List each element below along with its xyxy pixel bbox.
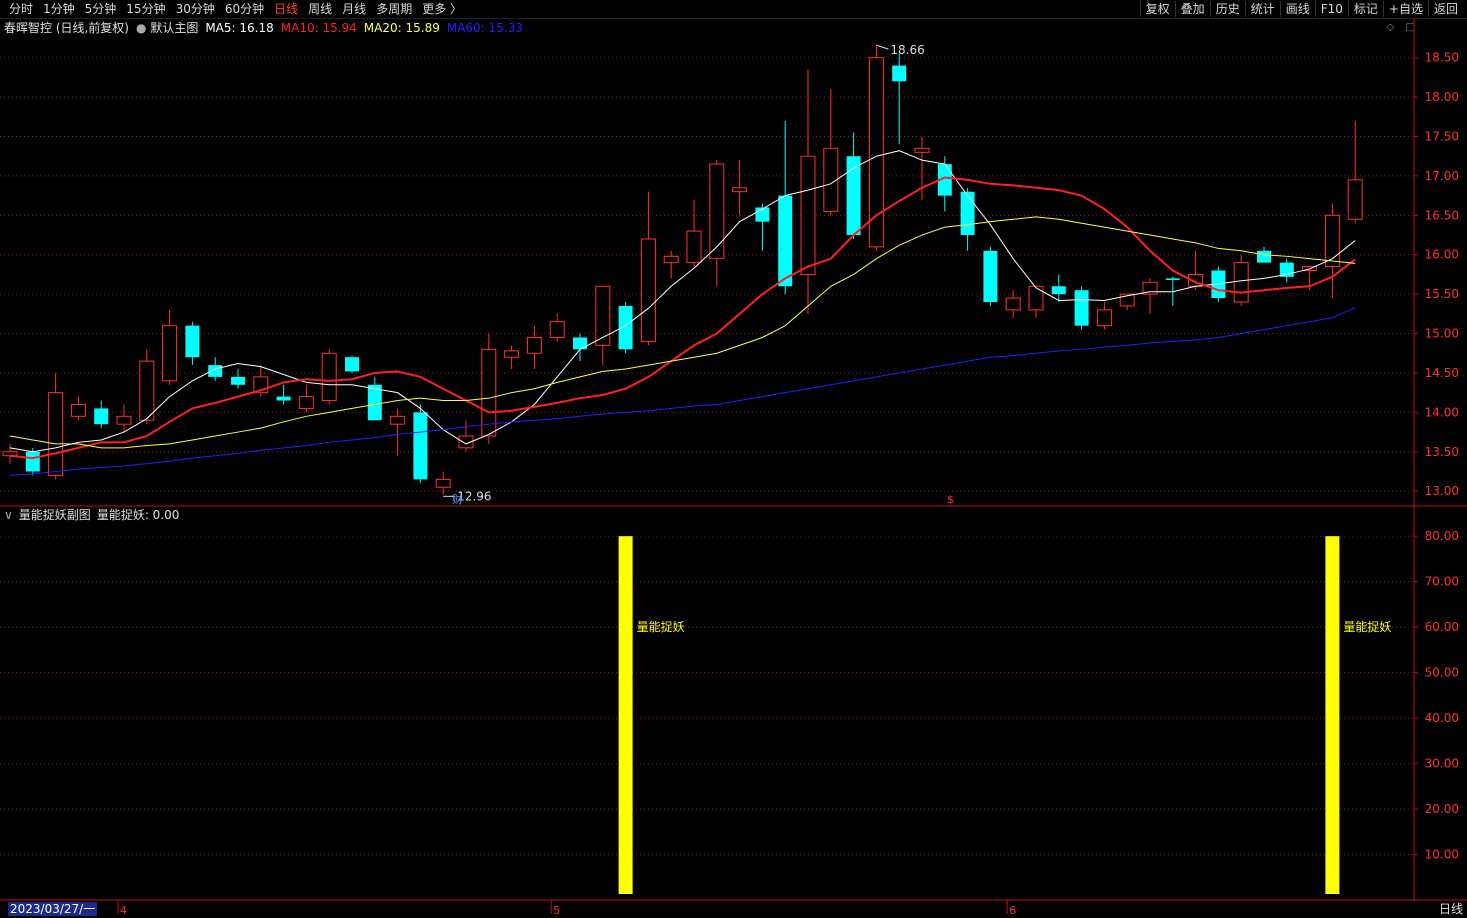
y-tick-label: 15.50 <box>1425 287 1459 301</box>
candle-body <box>960 191 975 236</box>
ma-line <box>9 150 1356 453</box>
candle-body <box>778 195 793 287</box>
y-tick-label: 16.50 <box>1425 208 1459 222</box>
signal-label: 量能捉妖 <box>637 619 685 634</box>
candle-body <box>595 285 611 346</box>
y-tick-label: 15.00 <box>1425 327 1459 341</box>
candle-body <box>983 250 998 303</box>
ma-line <box>9 176 1356 460</box>
candle-body <box>1233 262 1249 303</box>
candle-body <box>208 365 223 377</box>
footer-bar: 2023/03/27/一 日线 <box>0 901 1467 918</box>
candle-body <box>2 451 18 457</box>
candle-body <box>116 415 132 425</box>
candle-body <box>1096 309 1112 327</box>
event-label-finance: 财 <box>452 492 463 506</box>
candle-body <box>914 147 930 153</box>
period-label: 日线 <box>1438 902 1463 916</box>
candle-body <box>162 325 178 382</box>
y-tick-label: 17.50 <box>1425 130 1459 144</box>
signal-label: 量能捉妖 <box>1343 619 1391 634</box>
signal-bar <box>1325 536 1340 894</box>
candle-body <box>1257 250 1271 263</box>
candle-body <box>800 155 816 275</box>
candle-body <box>709 163 725 260</box>
y-tick-label: 70.00 <box>1425 575 1459 589</box>
candle-body <box>892 65 907 82</box>
candle-body <box>1074 290 1089 326</box>
candle-body <box>413 412 428 480</box>
candle-body <box>481 348 497 437</box>
candle-body <box>686 230 702 264</box>
candle-body <box>640 238 656 342</box>
event-label-dividend: $ <box>947 493 954 506</box>
candle-body <box>1051 286 1066 295</box>
candle-body <box>139 360 155 421</box>
y-tick-label: 30.00 <box>1425 757 1459 771</box>
candle-body <box>390 415 406 425</box>
y-tick-label: 17.00 <box>1425 169 1459 183</box>
candle-body <box>345 357 359 372</box>
y-tick-label: 13.50 <box>1425 445 1459 459</box>
candle-body <box>1005 297 1021 311</box>
y-tick-label: 60.00 <box>1425 620 1459 634</box>
y-tick-label: 80.00 <box>1425 529 1459 543</box>
ma-line <box>9 216 1356 449</box>
candle-body <box>321 352 337 402</box>
y-tick-label: 14.00 <box>1425 405 1459 419</box>
candle-body <box>231 376 245 385</box>
candle-body <box>526 336 542 354</box>
candle-body <box>276 396 291 401</box>
candle-body <box>48 392 64 476</box>
y-tick-label: 10.00 <box>1425 848 1459 862</box>
y-tick-label: 13.00 <box>1425 484 1459 498</box>
candle-body <box>94 408 109 425</box>
cursor-date: 2023/03/27/一 <box>8 902 98 916</box>
candle-body <box>573 337 587 350</box>
y-tick-label: 20.00 <box>1425 802 1459 816</box>
candle-body <box>1347 179 1363 220</box>
candle-body <box>70 403 86 417</box>
candle-body <box>185 325 200 358</box>
y-tick-label: 18.00 <box>1425 90 1459 104</box>
ma-line <box>9 307 1356 476</box>
candle-body <box>435 478 451 488</box>
candle-body <box>549 321 565 338</box>
candle-body <box>732 187 748 193</box>
y-tick-label: 40.00 <box>1425 711 1459 725</box>
candle-body <box>298 396 314 409</box>
candle-body <box>1028 285 1044 311</box>
candle-body <box>663 255 679 264</box>
y-tick-label: 50.00 <box>1425 666 1459 680</box>
y-tick-label: 18.50 <box>1425 51 1459 65</box>
candle-body <box>618 305 633 350</box>
candle-body <box>1165 278 1180 280</box>
y-tick-label: 14.50 <box>1425 366 1459 380</box>
signal-bar <box>618 536 633 894</box>
candle-body <box>25 451 40 472</box>
candle-body <box>367 384 382 421</box>
high-marker-label: 18.66 <box>890 43 924 57</box>
high-marker-arrow <box>876 44 889 50</box>
chart-canvas[interactable]: 13.00 13.50 14.00 14.50 15.00 15.50 16.00 16.50… <box>0 0 1467 918</box>
y-tick-label: 16.00 <box>1425 248 1459 262</box>
candle-body <box>504 350 520 358</box>
